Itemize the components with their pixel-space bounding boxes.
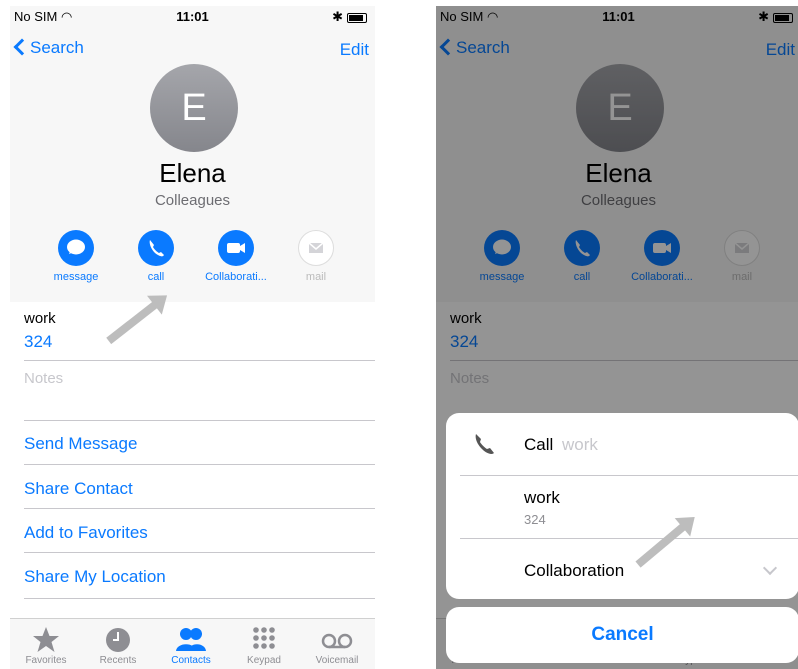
contact-screen-right: No SIM ◠ 11:01 ✱ Search Edit E Elena Col… [436, 6, 798, 669]
tab-recents[interactable]: Recents [83, 619, 153, 666]
video-action[interactable]: Collaborati... [196, 230, 276, 283]
chevron-down-icon [762, 560, 778, 576]
tab-voicemail[interactable]: Voicemail [302, 619, 372, 666]
phone-number[interactable]: 324 [24, 332, 52, 352]
collaboration-label: Collaboration [524, 561, 625, 580]
notes-field[interactable]: Notes [24, 370, 63, 387]
back-button[interactable]: Search [13, 38, 84, 58]
message-action[interactable]: message [36, 230, 116, 283]
sheet-title: Call [524, 435, 554, 454]
star-icon [11, 625, 81, 655]
option-value: 324 [524, 512, 546, 527]
send-message-link[interactable]: Send Message [24, 434, 137, 454]
avatar: E [150, 64, 238, 152]
chevron-left-icon [13, 38, 31, 56]
contact-screen-left: No SIM ◠ 11:01 ✱ Search Edit E Elena Col… [10, 6, 375, 669]
divider [24, 598, 375, 599]
divider [24, 420, 375, 421]
battery-indicator: ✱ [332, 9, 367, 25]
share-location-link[interactable]: Share My Location [24, 567, 166, 587]
status-bar: No SIM ◠ 11:01 ✱ [10, 6, 375, 28]
mail-icon [298, 230, 334, 266]
option-label: work [524, 488, 560, 507]
tab-bar: Favorites Recents Contacts Keypad Voicem… [10, 618, 375, 669]
contact-group: Colleagues [154, 192, 231, 209]
collaboration-option[interactable]: Collaboration [446, 539, 798, 599]
battery-icon [347, 12, 367, 23]
tab-contacts[interactable]: Contacts [156, 619, 226, 666]
share-contact-link[interactable]: Share Contact [24, 479, 133, 499]
phone-icon [138, 230, 174, 266]
divider [24, 552, 375, 553]
sheet-header: Call work [446, 413, 798, 475]
phone-label: work [24, 310, 56, 327]
work-number-option[interactable]: work 324 [446, 476, 798, 538]
phone-icon [472, 431, 498, 462]
clock-icon [83, 625, 153, 655]
contacts-icon [156, 625, 226, 655]
add-to-favorites-link[interactable]: Add to Favorites [24, 523, 148, 543]
contact-name: Elena [159, 158, 226, 188]
mail-action[interactable]: mail [276, 230, 356, 283]
tab-keypad[interactable]: Keypad [229, 619, 299, 666]
cancel-button[interactable]: Cancel [446, 607, 798, 663]
divider [24, 464, 375, 465]
voicemail-icon [302, 625, 372, 655]
video-icon [218, 230, 254, 266]
tab-favorites[interactable]: Favorites [11, 619, 81, 666]
divider [24, 360, 375, 361]
call-action-sheet: Call work work 324 Collaboration [446, 413, 798, 599]
edit-button[interactable]: Edit [340, 40, 369, 60]
divider [24, 508, 375, 509]
message-icon [58, 230, 94, 266]
clock: 11:01 [176, 9, 209, 24]
sheet-subtitle: work [562, 435, 598, 454]
bluetooth-icon: ✱ [332, 9, 343, 24]
pointer-arrow [106, 300, 159, 345]
keypad-icon [229, 625, 299, 655]
call-action[interactable]: call [116, 230, 196, 283]
action-row: message call Collaborati... mail [10, 230, 375, 290]
